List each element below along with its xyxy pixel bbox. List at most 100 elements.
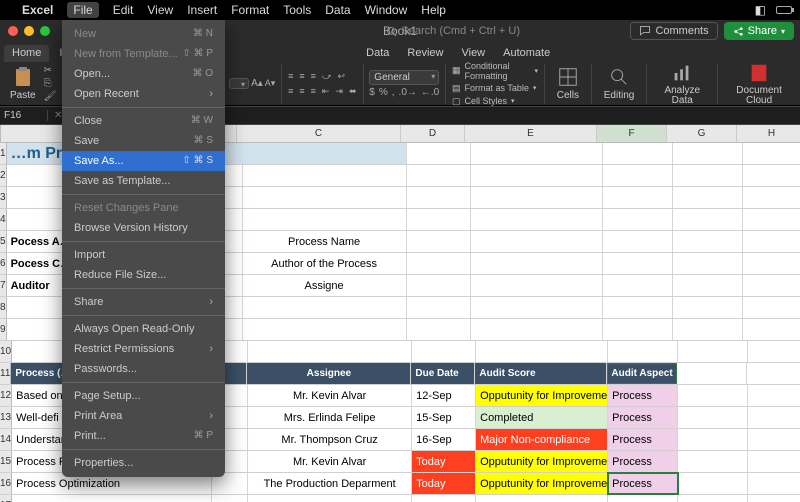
cell[interactable] xyxy=(407,275,471,296)
cell[interactable]: Major Non-compliance xyxy=(476,429,608,450)
cell[interactable]: Opputunity for Improvement xyxy=(476,473,608,494)
cell[interactable] xyxy=(748,407,800,428)
font-size-combo[interactable] xyxy=(229,78,249,89)
cell[interactable] xyxy=(243,209,407,230)
cell[interactable] xyxy=(603,319,673,340)
cell[interactable] xyxy=(678,407,748,428)
cell[interactable] xyxy=(476,495,608,502)
editing-group[interactable]: Editing xyxy=(598,66,641,101)
cell[interactable] xyxy=(471,209,603,230)
row-header[interactable]: 11 xyxy=(0,363,11,384)
cell[interactable] xyxy=(412,341,476,362)
cell[interactable]: Audit Score xyxy=(475,363,607,384)
document-cloud[interactable]: Document Cloud xyxy=(724,62,794,106)
cell[interactable] xyxy=(212,495,248,502)
row-header[interactable]: 10 xyxy=(0,341,12,362)
format-painter-icon[interactable]: 🖌 xyxy=(44,91,57,102)
menu-item-passwords-[interactable]: Passwords... xyxy=(62,359,225,379)
cell[interactable] xyxy=(471,143,603,164)
cell[interactable] xyxy=(673,143,743,164)
share-button[interactable]: Share▾ xyxy=(724,22,794,40)
cell[interactable] xyxy=(743,209,800,230)
cell[interactable]: Process xyxy=(608,385,678,406)
tab-home[interactable]: Home xyxy=(4,45,49,62)
percent-icon[interactable]: % xyxy=(379,87,388,98)
menubar-file[interactable]: File xyxy=(67,2,98,18)
merge-icon[interactable]: ⬌ xyxy=(349,86,357,97)
cell[interactable] xyxy=(673,275,743,296)
cell[interactable]: The Production Deparment xyxy=(248,473,412,494)
cell[interactable]: Process xyxy=(608,407,678,428)
menu-item-print-area[interactable]: Print Area› xyxy=(62,406,225,426)
cell[interactable] xyxy=(471,187,603,208)
cell[interactable] xyxy=(678,451,748,472)
cell[interactable] xyxy=(747,363,800,384)
menu-item-restrict-permissions[interactable]: Restrict Permissions› xyxy=(62,339,225,359)
cell[interactable] xyxy=(603,187,673,208)
cell[interactable] xyxy=(407,319,471,340)
cell[interactable] xyxy=(603,231,673,252)
menu-item-always-open-read-only[interactable]: Always Open Read-Only xyxy=(62,319,225,339)
col-header-G[interactable]: G xyxy=(667,125,737,142)
cell[interactable] xyxy=(678,341,748,362)
inc-decimal-icon[interactable]: .0→ xyxy=(399,87,417,98)
indent-dec-icon[interactable]: ⇤ xyxy=(322,86,330,97)
format-as-table[interactable]: ▤Format as Table▾ xyxy=(452,82,538,95)
cell[interactable] xyxy=(12,495,212,502)
cell[interactable] xyxy=(248,495,412,502)
cell[interactable]: Process Name xyxy=(243,231,407,252)
cell-styles[interactable]: ▢Cell Styles▾ xyxy=(452,95,538,108)
menu-item-close[interactable]: Close⌘ W xyxy=(62,111,225,131)
menubar-insert[interactable]: Insert xyxy=(187,3,217,17)
control-center-icon[interactable]: ◧ xyxy=(755,3,766,17)
cell[interactable] xyxy=(243,297,407,318)
tab-review[interactable]: Review xyxy=(399,45,451,62)
cell[interactable] xyxy=(673,231,743,252)
cell[interactable] xyxy=(743,297,800,318)
align-left-icon[interactable]: ≡ xyxy=(288,86,293,97)
cell[interactable] xyxy=(243,319,407,340)
menu-item-save-as-[interactable]: Save As...⇧ ⌘ S xyxy=(62,151,225,171)
cell[interactable] xyxy=(743,143,800,164)
increase-font-icon[interactable]: A▴ xyxy=(251,78,263,89)
currency-icon[interactable]: $ xyxy=(369,87,375,98)
menubar-data[interactable]: Data xyxy=(325,3,350,17)
file-menu[interactable]: New⌘ NNew from Template...⇧ ⌘ POpen...⌘ … xyxy=(62,20,225,477)
align-bot-icon[interactable]: ≡ xyxy=(311,71,316,82)
cell[interactable]: Today xyxy=(412,451,476,472)
cell[interactable]: Due Date xyxy=(411,363,475,384)
col-header-D[interactable]: D xyxy=(401,125,465,142)
cell[interactable] xyxy=(243,165,407,186)
cell[interactable]: Process xyxy=(608,429,678,450)
align-top-icon[interactable]: ≡ xyxy=(288,71,293,82)
comma-icon[interactable]: , xyxy=(392,87,395,98)
cell[interactable] xyxy=(471,275,603,296)
cell[interactable] xyxy=(748,341,800,362)
cells-group[interactable]: Cells xyxy=(551,66,585,101)
row-header[interactable]: 17 xyxy=(0,495,12,502)
cell[interactable]: Audit Aspect xyxy=(607,363,677,384)
cell[interactable]: Completed xyxy=(476,407,608,428)
cell[interactable]: 12-Sep xyxy=(412,385,476,406)
cell[interactable] xyxy=(603,165,673,186)
cell[interactable] xyxy=(743,319,800,340)
menu-item-import[interactable]: Import xyxy=(62,245,225,265)
wrap-text-icon[interactable]: ↩ xyxy=(338,71,346,82)
cell[interactable] xyxy=(748,495,800,502)
cell[interactable] xyxy=(603,143,673,164)
menu-item-browse-version-history[interactable]: Browse Version History xyxy=(62,218,225,238)
conditional-formatting[interactable]: ▦Conditional Formatting▾ xyxy=(452,60,538,82)
cell[interactable]: Process xyxy=(608,451,678,472)
cell[interactable] xyxy=(407,253,471,274)
indent-inc-icon[interactable]: ⇥ xyxy=(335,86,343,97)
cell[interactable] xyxy=(673,253,743,274)
cell[interactable] xyxy=(673,165,743,186)
cell[interactable] xyxy=(603,253,673,274)
cell[interactable] xyxy=(678,473,748,494)
decrease-font-icon[interactable]: A▾ xyxy=(265,78,276,89)
cell[interactable] xyxy=(748,429,800,450)
cell[interactable]: Opputunity for Improvement xyxy=(476,385,608,406)
cell[interactable] xyxy=(407,209,471,230)
cell[interactable] xyxy=(748,451,800,472)
cut-icon[interactable]: ✂ xyxy=(44,65,57,76)
